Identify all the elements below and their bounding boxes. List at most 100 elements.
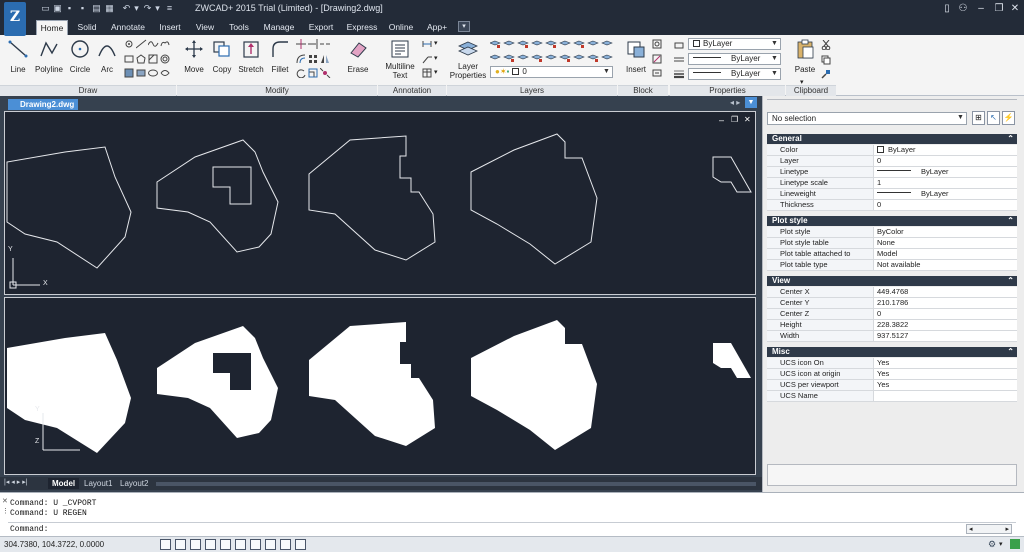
array-icon[interactable] — [308, 54, 319, 64]
tab-app-plus[interactable]: App+ — [423, 20, 451, 35]
lineweight-icon[interactable] — [674, 69, 685, 79]
polygon-icon[interactable] — [136, 54, 147, 64]
tab-layout1[interactable]: Layout1 — [80, 478, 116, 489]
snap-mode-icon[interactable] — [160, 539, 171, 550]
redo-dropdown-icon[interactable]: ▾ — [152, 3, 163, 14]
property-row[interactable]: Plot style ByColor — [767, 227, 1017, 238]
property-row[interactable]: Linetype scale 1 — [767, 178, 1017, 189]
xline-icon[interactable] — [136, 39, 147, 49]
object-snap-icon[interactable] — [220, 539, 231, 550]
property-row[interactable]: Color ByLayer — [767, 145, 1017, 156]
cut-icon[interactable] — [821, 40, 832, 50]
community-icon[interactable]: ⚇ — [956, 2, 970, 15]
viewport-top[interactable]: – ❐ ✕ Y X — [4, 111, 756, 295]
offset-icon[interactable] — [296, 54, 307, 64]
property-row[interactable]: Lineweight ByLayer — [767, 189, 1017, 200]
tab-insert[interactable]: Insert — [156, 20, 184, 35]
property-row[interactable]: UCS per viewport Yes — [767, 380, 1017, 391]
line-tool[interactable]: Line — [4, 39, 32, 74]
property-row[interactable]: Layer 0 — [767, 156, 1017, 167]
restore-button[interactable]: ❐ — [992, 2, 1006, 15]
dimension-dropdown-icon[interactable]: ▾ — [434, 39, 438, 47]
tab-tools[interactable]: Tools — [224, 20, 254, 35]
create-block-icon[interactable] — [652, 39, 663, 49]
collapse-icon[interactable]: ⌃ — [1007, 276, 1014, 286]
property-row[interactable]: Thickness 0 — [767, 200, 1017, 211]
tab-nav-icons[interactable]: ◂ ▸ — [730, 98, 740, 107]
layer-dropdown[interactable]: ●✶▪ 0 ▼ — [490, 66, 613, 78]
spline-icon[interactable] — [148, 39, 159, 49]
settings-gear-icon[interactable]: ⚙ — [988, 539, 996, 550]
circle-tool[interactable]: Circle — [66, 39, 94, 74]
mirror-icon[interactable] — [320, 54, 331, 64]
viewport-minimize-icon[interactable]: – — [719, 115, 724, 125]
attribute-icon[interactable] — [652, 68, 663, 78]
property-row[interactable]: Height 228.3822 — [767, 320, 1017, 331]
copy-clip-icon[interactable] — [821, 55, 832, 65]
help-icon[interactable]: ▯ — [940, 2, 954, 15]
linetype-dropdown[interactable]: ByLayer ▼ — [688, 53, 781, 65]
close-button[interactable]: ✕ — [1008, 2, 1022, 15]
customize-qat-icon[interactable]: ≡ — [164, 3, 175, 14]
command-input[interactable]: Command: ◂ ▸ — [8, 522, 1016, 535]
palette-grip[interactable] — [767, 99, 1017, 102]
copy-tool[interactable]: Copy — [208, 39, 236, 74]
collapse-icon[interactable]: ⌃ — [1007, 347, 1014, 357]
open-folder-icon[interactable]: ▣ — [52, 3, 63, 14]
ribbon-minimize-button[interactable]: ▾ — [458, 21, 470, 32]
polyline-tool[interactable]: Polyline — [32, 39, 66, 74]
tab-layout2[interactable]: Layout2 — [116, 478, 152, 489]
extend-icon[interactable] — [308, 39, 319, 49]
property-row[interactable]: Linetype ByLayer — [767, 167, 1017, 178]
section-header-misc[interactable]: Misc ⌃ — [767, 347, 1017, 357]
leader-icon[interactable] — [422, 54, 433, 64]
property-row[interactable]: Center Y 210.1786 — [767, 298, 1017, 309]
command-scrollbar[interactable]: ◂ ▸ — [966, 524, 1012, 534]
property-row[interactable]: Width 937.5127 — [767, 331, 1017, 342]
selection-dropdown[interactable]: No selection ▼ — [767, 112, 967, 125]
object-snap-tracking-icon[interactable] — [235, 539, 246, 550]
edit-block-icon[interactable] — [652, 54, 663, 64]
match-brush-icon[interactable] — [821, 69, 832, 79]
quick-select-icon[interactable]: ⚡ — [1002, 111, 1015, 125]
trim-icon[interactable] — [296, 39, 307, 49]
table-icon[interactable] — [124, 68, 135, 78]
property-row[interactable]: Plot table type Not available — [767, 260, 1017, 271]
section-header-general[interactable]: General ⌃ — [767, 134, 1017, 144]
undo-dropdown-icon[interactable]: ▾ — [131, 3, 142, 14]
revcloud-icon[interactable] — [160, 39, 171, 49]
stretch-tool[interactable]: Stretch — [236, 39, 266, 74]
dynamic-ucs-icon[interactable] — [250, 539, 261, 550]
collapse-icon[interactable]: ⌃ — [1007, 134, 1014, 144]
explode-icon[interactable] — [320, 68, 331, 78]
print-icon[interactable]: ▤ — [91, 3, 102, 14]
property-row[interactable]: UCS icon at origin Yes — [767, 369, 1017, 380]
erase-tool[interactable]: Erase — [344, 39, 372, 74]
move-tool[interactable]: Move — [180, 39, 208, 74]
collapse-icon[interactable]: ⌃ — [1007, 216, 1014, 226]
arc-tool[interactable]: Arc — [94, 39, 120, 74]
table-dropdown-icon[interactable]: ▾ — [434, 68, 438, 76]
paste-tool[interactable]: Paste — [792, 39, 818, 74]
section-header-view[interactable]: View ⌃ — [767, 276, 1017, 286]
tab-manage[interactable]: Manage — [260, 20, 298, 35]
document-tab[interactable]: Drawing2.dwg — [8, 99, 78, 110]
tab-solid[interactable]: Solid — [74, 20, 100, 35]
property-row[interactable]: Center X 449.4768 — [767, 287, 1017, 298]
command-grip-icon[interactable]: ⋮ — [2, 507, 9, 515]
ellipse-icon[interactable] — [148, 68, 159, 78]
insert-block-tool[interactable]: Insert — [622, 39, 650, 74]
tab-annotate[interactable]: Annotate — [108, 20, 148, 35]
lineweight-dropdown[interactable]: ByLayer ▼ — [688, 68, 781, 80]
ortho-mode-icon[interactable] — [190, 539, 201, 550]
polar-tracking-icon[interactable] — [205, 539, 216, 550]
leader-dropdown-icon[interactable]: ▾ — [434, 54, 438, 62]
property-row[interactable]: Plot table attached to Model — [767, 249, 1017, 260]
property-row[interactable]: UCS Name — [767, 391, 1017, 402]
app-logo[interactable]: Z — [4, 2, 26, 36]
viewport-restore-icon[interactable]: ❐ — [731, 115, 738, 124]
tab-home[interactable]: Home — [36, 20, 68, 35]
command-close-icon[interactable]: ✕ — [2, 497, 8, 505]
toggle-pickadd-icon[interactable]: ⊞ — [972, 111, 985, 125]
rotate-icon[interactable] — [296, 68, 307, 78]
